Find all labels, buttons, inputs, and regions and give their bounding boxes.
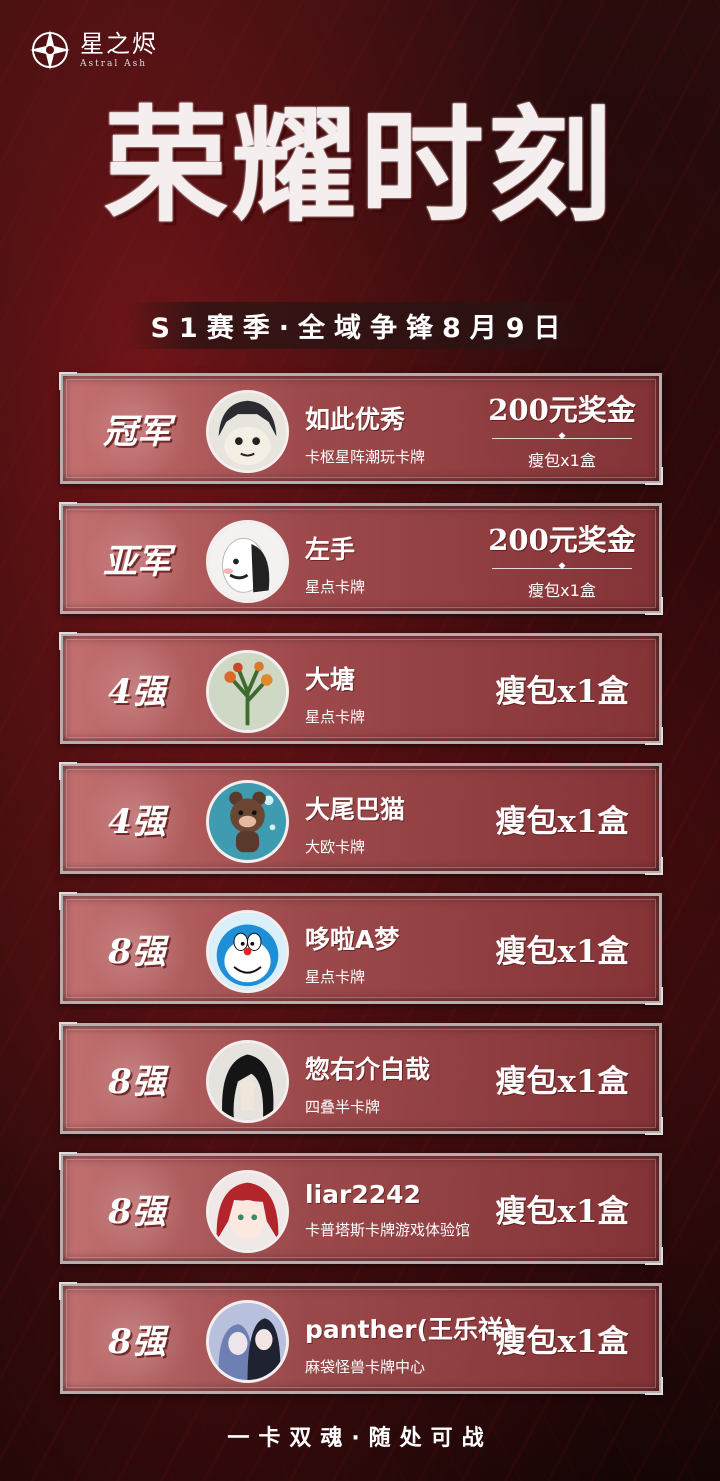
results-list: 冠军 如此优秀 卡枢星阵潮玩卡牌 200元奖金 瘦包x1盒 亚军 左手 星点卡牌… <box>59 372 663 1413</box>
player-name: 如此优秀 <box>305 405 406 434</box>
prize-divider <box>492 567 632 569</box>
prize-main: 瘦包x1盒 <box>495 804 629 840</box>
player-name: 大塘 <box>305 665 356 694</box>
event-subtitle: S1赛季·全域争锋8月9日 <box>124 302 596 349</box>
prize: 瘦包x1盒 <box>487 896 637 1001</box>
club-name: 卡普塔斯卡牌游戏体验馆 <box>305 1221 471 1239</box>
prize: 瘦包x1盒 <box>487 636 637 741</box>
result-card-top8: 8强 惣右介白哉 四叠半卡牌 瘦包x1盒 <box>59 1022 663 1135</box>
page-title: 荣耀时刻 <box>103 94 616 239</box>
doraemon-avatar-icon <box>206 910 289 993</box>
anime-boy-avatar-icon <box>206 390 289 473</box>
player-name: 大尾巴猫 <box>305 795 406 824</box>
rank-label: 亚军 <box>75 506 199 611</box>
result-card-top8: 8强 哆啦A梦 星点卡牌 瘦包x1盒 <box>59 892 663 1005</box>
result-card-runner-up: 亚军 左手 星点卡牌 200元奖金 瘦包x1盒 <box>59 502 663 615</box>
prize-main: 200元奖金 <box>488 522 636 557</box>
brand-name-en: Astral Ash <box>80 58 148 69</box>
prize: 200元奖金 瘦包x1盒 <box>487 506 637 611</box>
result-card-champion: 冠军 如此优秀 卡枢星阵潮玩卡牌 200元奖金 瘦包x1盒 <box>59 372 663 485</box>
prize-main: 瘦包x1盒 <box>495 1194 629 1230</box>
player-name: panther(王乐祥) <box>305 1315 515 1344</box>
club-name: 卡枢星阵潮玩卡牌 <box>305 448 426 466</box>
dark-hair-avatar-icon <box>206 1040 289 1123</box>
player-name: liar2242 <box>305 1180 421 1209</box>
club-name: 四叠半卡牌 <box>305 1098 381 1116</box>
prize: 瘦包x1盒 <box>487 1286 637 1391</box>
star-emblem-icon <box>30 30 70 70</box>
rank-label: 4强 <box>75 766 199 871</box>
club-name: 大欧卡牌 <box>305 838 366 856</box>
plant-avatar-icon <box>206 650 289 733</box>
prize-main: 瘦包x1盒 <box>495 674 629 710</box>
club-name: 星点卡牌 <box>305 968 366 986</box>
meme-face-avatar-icon <box>206 520 289 603</box>
prize: 瘦包x1盒 <box>487 766 637 871</box>
prize-main: 200元奖金 <box>488 392 636 427</box>
prize: 200元奖金 瘦包x1盒 <box>487 376 637 481</box>
result-card-top8: 8强 liar2242 卡普塔斯卡牌游戏体验馆 瘦包x1盒 <box>59 1152 663 1265</box>
prize-sub: 瘦包x1盒 <box>528 580 596 600</box>
rank-label: 4强 <box>75 636 199 741</box>
brand-logo: 星之烬 Astral Ash <box>28 28 158 72</box>
prize: 瘦包x1盒 <box>487 1156 637 1261</box>
rank-label: 冠军 <box>75 376 199 481</box>
club-name: 星点卡牌 <box>305 578 366 596</box>
footer-slogan: 一卡双魂·随处可战 <box>227 1426 493 1451</box>
result-card-top4: 4强 大塘 星点卡牌 瘦包x1盒 <box>59 632 663 745</box>
club-name: 星点卡牌 <box>305 708 366 726</box>
result-card-top4: 4强 大尾巴猫 大欧卡牌 瘦包x1盒 <box>59 762 663 875</box>
player-name: 左手 <box>305 535 356 564</box>
prize-main: 瘦包x1盒 <box>495 1064 629 1100</box>
brand-name: 星之烬 <box>80 29 158 58</box>
prize-divider <box>492 437 632 439</box>
prize-sub: 瘦包x1盒 <box>528 450 596 470</box>
prize-main: 瘦包x1盒 <box>495 934 629 970</box>
red-hair-avatar-icon <box>206 1170 289 1253</box>
player-name: 惣右介白哉 <box>305 1055 431 1084</box>
club-name: 麻袋怪兽卡牌中心 <box>305 1358 426 1376</box>
result-card-top8: 8强 panther(王乐祥) 麻袋怪兽卡牌中心 瘦包x1盒 <box>59 1282 663 1395</box>
prize-main: 瘦包x1盒 <box>495 1324 629 1360</box>
couple-avatar-icon <box>206 1300 289 1383</box>
prize: 瘦包x1盒 <box>487 1026 637 1131</box>
rank-label: 8强 <box>75 896 199 1001</box>
rank-label: 8强 <box>75 1026 199 1131</box>
rank-label: 8强 <box>75 1286 199 1391</box>
bear-doll-avatar-icon <box>206 780 289 863</box>
player-name: 哆啦A梦 <box>305 925 400 954</box>
rank-label: 8强 <box>75 1156 199 1261</box>
